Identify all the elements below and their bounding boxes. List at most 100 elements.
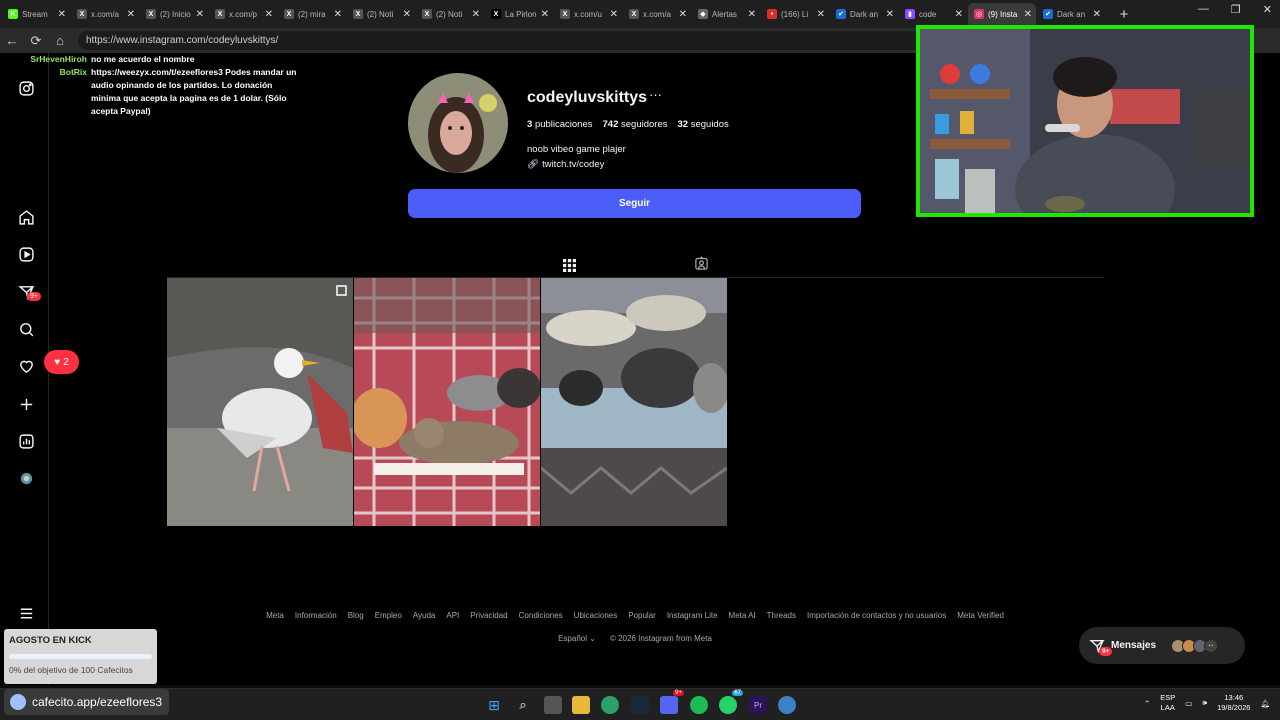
- tray-chevron-icon[interactable]: ⌃: [1144, 699, 1150, 708]
- footer-link[interactable]: Meta Verified: [957, 611, 1004, 620]
- language-select[interactable]: Español ⌄: [558, 634, 596, 643]
- following-stat[interactable]: 32 seguidos: [678, 119, 729, 130]
- footer-link[interactable]: Blog: [348, 611, 364, 620]
- followers-label: seguidores: [621, 119, 668, 130]
- footer-link[interactable]: Privacidad: [470, 611, 507, 620]
- tab-close-icon[interactable]: ✕: [58, 9, 66, 20]
- back-icon[interactable]: ←: [0, 29, 24, 53]
- footer-link[interactable]: Empleo: [375, 611, 402, 620]
- new-tab-button[interactable]: +: [1112, 3, 1136, 25]
- tab-close-icon[interactable]: ✕: [541, 9, 549, 20]
- search-icon[interactable]: [15, 318, 37, 340]
- edge-icon[interactable]: [601, 696, 619, 714]
- home-icon[interactable]: ⌂: [48, 29, 72, 53]
- browser-tab[interactable]: ✔ Dark an ✕: [1037, 3, 1105, 25]
- profile-link[interactable]: 🔗︎ twitch.tv/codey: [527, 159, 604, 170]
- tab-close-icon[interactable]: ✕: [472, 9, 480, 20]
- spotify-icon[interactable]: [690, 696, 708, 714]
- browser-tab[interactable]: Xx.com/u ✕: [554, 3, 622, 25]
- follow-button[interactable]: Seguir: [408, 189, 861, 218]
- premiere-icon[interactable]: Pr: [749, 696, 767, 714]
- browser-tab[interactable]: Xx.com/p ✕: [209, 3, 277, 25]
- dashboard-icon[interactable]: [15, 430, 37, 452]
- browser-tab[interactable]: Xx.com/a ✕: [623, 3, 691, 25]
- browser-tab[interactable]: ▮ code ✕: [899, 3, 967, 25]
- tab-title: code: [919, 9, 937, 19]
- browser-tab[interactable]: X (2) Noti ✕: [347, 3, 415, 25]
- browser-tab[interactable]: Xx.com/a ✕: [71, 3, 139, 25]
- profile-avatar-icon[interactable]: [15, 467, 37, 489]
- footer-link[interactable]: Ayuda: [413, 611, 436, 620]
- following-count: 32: [677, 119, 689, 130]
- tab-favicon-icon: ▮: [905, 9, 915, 19]
- tab-close-icon[interactable]: ✕: [817, 9, 825, 20]
- footer-link[interactable]: Meta AI: [729, 611, 756, 620]
- steam-icon[interactable]: [631, 696, 649, 714]
- footer-link[interactable]: Meta: [266, 611, 284, 620]
- browser-tab[interactable]: X La Pirlon ✕: [485, 3, 553, 25]
- tab-favicon-icon: ◆: [698, 9, 708, 19]
- system-tray: ⌃ ESP LAA ▭ 🕪︎ 13:46 19/8/2026 🔔︎: [1144, 693, 1270, 713]
- notification-popup[interactable]: ♥ 2: [44, 350, 79, 374]
- reload-icon[interactable]: ⟳: [24, 29, 48, 53]
- post-cats-blanket[interactable]: [354, 278, 540, 526]
- minimize-icon[interactable]: —: [1198, 3, 1209, 16]
- reels-icon[interactable]: [15, 243, 37, 265]
- tab-close-icon[interactable]: ✕: [196, 9, 204, 20]
- discord-icon[interactable]: 9+: [660, 690, 684, 714]
- notifications-heart-icon[interactable]: [15, 355, 37, 377]
- more-options-icon[interactable]: ···: [649, 87, 662, 102]
- home-nav-icon[interactable]: [15, 206, 37, 228]
- browser-tab[interactable]: X (2) Inicio ✕: [140, 3, 208, 25]
- tab-close-icon[interactable]: ✕: [403, 9, 411, 20]
- footer-link[interactable]: Instagram Lite: [667, 611, 718, 620]
- tab-close-icon[interactable]: ✕: [610, 9, 618, 20]
- tab-close-icon[interactable]: ✕: [1093, 9, 1101, 20]
- footer-link[interactable]: Importación de contactos y no usuarios: [807, 611, 946, 620]
- footer-link[interactable]: Ubicaciones: [574, 611, 618, 620]
- tab-close-icon[interactable]: ✕: [679, 9, 687, 20]
- post-seagull[interactable]: [167, 278, 353, 526]
- close-window-icon[interactable]: ✕: [1263, 3, 1272, 16]
- tab-favicon-icon: X: [215, 9, 225, 19]
- create-icon[interactable]: [15, 393, 37, 415]
- browser-tab[interactable]: X (2) Noti ✕: [416, 3, 484, 25]
- restore-icon[interactable]: ❐: [1231, 3, 1241, 16]
- browser-tab[interactable]: ✔ Dark an ✕: [830, 3, 898, 25]
- post-cats-bed[interactable]: [541, 278, 727, 526]
- profile-avatar[interactable]: [408, 73, 508, 173]
- stream-chat-overlay: SrHevenHiroh no me acuerdo el nombre BotRi…: [0, 53, 300, 118]
- tab-close-icon[interactable]: ✕: [334, 9, 342, 20]
- volume-icon[interactable]: 🕪︎: [1202, 698, 1207, 708]
- tab-close-icon[interactable]: ✕: [955, 9, 963, 20]
- tab-close-icon[interactable]: ✕: [748, 9, 756, 20]
- tab-close-icon[interactable]: ✕: [1024, 9, 1032, 20]
- browser-tab[interactable]: • (166) Li ✕: [761, 3, 829, 25]
- footer-link[interactable]: Condiciones: [519, 611, 563, 620]
- followers-stat[interactable]: 742 seguidores: [603, 119, 668, 130]
- messages-pill[interactable]: 9+ Mensajes ··: [1079, 627, 1245, 664]
- browser-tab[interactable]: ◎ (9) Insta ✕: [968, 3, 1036, 25]
- file-explorer-icon[interactable]: [572, 696, 590, 714]
- language-indicator[interactable]: ESP LAA: [1160, 693, 1175, 713]
- tab-close-icon[interactable]: ✕: [127, 9, 135, 20]
- task-view-icon[interactable]: [544, 696, 562, 714]
- tab-close-icon[interactable]: ✕: [265, 9, 273, 20]
- tab-tagged[interactable]: [690, 253, 712, 273]
- windows-start-icon[interactable]: ⊞: [485, 696, 503, 714]
- browser-tab[interactable]: K Stream ✕: [2, 3, 70, 25]
- browser-icon[interactable]: [778, 696, 796, 714]
- browser-tab[interactable]: ◆ Alertas ✕: [692, 3, 760, 25]
- browser-tab[interactable]: X (2) mira ✕: [278, 3, 346, 25]
- tab-posts[interactable]: [548, 253, 590, 278]
- notification-bell-icon[interactable]: 🔔︎: [1260, 699, 1270, 708]
- footer-link[interactable]: Threads: [767, 611, 796, 620]
- search-taskbar-icon[interactable]: ⌕: [514, 696, 532, 714]
- network-icon[interactable]: ▭: [1185, 699, 1192, 708]
- whatsapp-icon[interactable]: 67: [719, 690, 743, 714]
- clock[interactable]: 13:46 19/8/2026: [1217, 693, 1250, 713]
- footer-link[interactable]: Popular: [628, 611, 656, 620]
- tab-close-icon[interactable]: ✕: [886, 9, 894, 20]
- footer-link[interactable]: Información: [295, 611, 337, 620]
- footer-link[interactable]: API: [446, 611, 459, 620]
